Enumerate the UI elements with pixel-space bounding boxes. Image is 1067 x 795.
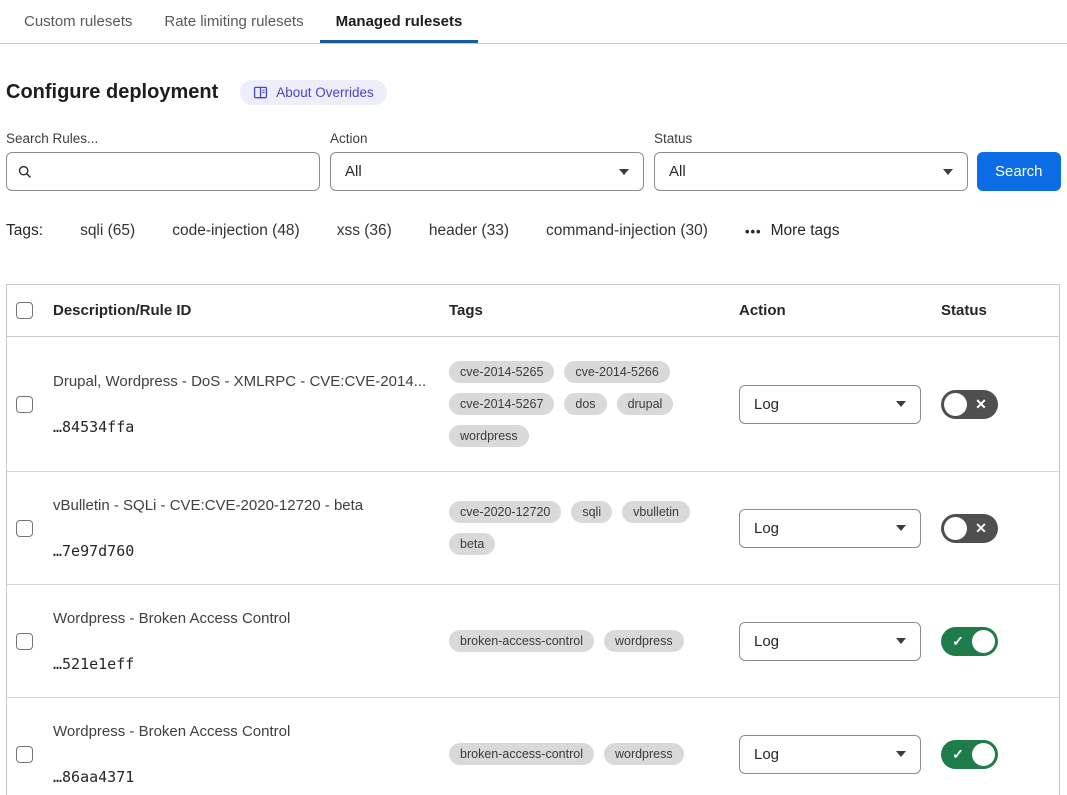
column-header-status: Status	[941, 302, 1059, 319]
tag-chip: cve-2020-12720	[449, 501, 561, 523]
status-toggle[interactable]: ✓	[941, 740, 998, 769]
rule-description: Drupal, Wordpress - DoS - XMLRPC - CVE:C…	[53, 372, 435, 392]
tag-chip: vbulletin	[622, 501, 690, 523]
tag-chip: cve-2014-5267	[449, 393, 554, 415]
rule-id: …86aa4371	[53, 768, 435, 786]
toggle-state-icon: ✓	[944, 746, 972, 763]
rule-id: …521e1eff	[53, 655, 435, 673]
toggle-knob	[944, 393, 967, 416]
tag-chip: cve-2014-5265	[449, 361, 554, 383]
page-title: Configure deployment	[6, 81, 218, 104]
tag-link-command-injection[interactable]: command-injection (30)	[546, 222, 708, 240]
chevron-down-icon	[896, 751, 906, 757]
action-select[interactable]: Log	[739, 509, 921, 548]
tag-chip: dos	[564, 393, 606, 415]
table-row: Wordpress - Broken Access Control …86aa4…	[7, 698, 1059, 795]
chevron-down-icon	[896, 525, 906, 531]
tag-chip: wordpress	[604, 630, 684, 652]
toggle-state-icon: ✓	[944, 633, 972, 650]
chevron-down-icon	[896, 638, 906, 644]
search-button[interactable]: Search	[977, 152, 1061, 191]
tags-bar: Tags: sqli (65) code-injection (48) xss …	[6, 222, 1067, 240]
tag-link-xss[interactable]: xss (36)	[337, 222, 392, 240]
action-filter-label: Action	[330, 131, 644, 146]
action-select[interactable]: Log	[739, 385, 921, 424]
rules-table: Description/Rule ID Tags Action Status D…	[6, 284, 1060, 795]
toggle-state-icon: ✕	[967, 520, 995, 537]
tag-chip: wordpress	[604, 743, 684, 765]
book-icon	[253, 85, 268, 100]
tag-link-code-injection[interactable]: code-injection (48)	[172, 222, 300, 240]
tag-chip-list: cve-2014-5265 cve-2014-5266 cve-2014-5267 d…	[449, 361, 725, 447]
search-rules-box	[6, 152, 320, 191]
toggle-knob	[972, 630, 995, 653]
tag-chip: beta	[449, 533, 495, 555]
row-checkbox[interactable]	[16, 520, 33, 537]
chevron-down-icon	[896, 401, 906, 407]
search-rules-input[interactable]	[41, 163, 309, 180]
chevron-down-icon	[619, 169, 629, 175]
status-toggle[interactable]: ✓	[941, 627, 998, 656]
table-header-row: Description/Rule ID Tags Action Status	[7, 285, 1059, 337]
action-select-value: Log	[754, 396, 779, 413]
status-filter-select[interactable]: All	[654, 152, 968, 191]
status-toggle[interactable]: ✕	[941, 390, 998, 419]
status-filter-value: All	[669, 163, 686, 180]
tab-custom-rulesets[interactable]: Custom rulesets	[8, 0, 148, 43]
tag-chip: drupal	[617, 393, 674, 415]
tag-link-header[interactable]: header (33)	[429, 222, 509, 240]
ellipsis-icon: •••	[745, 224, 762, 239]
rule-id: …84534ffa	[53, 418, 435, 436]
chevron-down-icon	[943, 169, 953, 175]
column-header-action: Action	[739, 302, 941, 319]
column-header-tags: Tags	[449, 302, 739, 319]
heading-row: Configure deployment About Overrides	[6, 80, 1067, 105]
table-body: Drupal, Wordpress - DoS - XMLRPC - CVE:C…	[7, 337, 1059, 795]
tags-bar-label: Tags:	[6, 222, 43, 240]
tag-chip: broken-access-control	[449, 743, 594, 765]
table-row: Drupal, Wordpress - DoS - XMLRPC - CVE:C…	[7, 337, 1059, 472]
toggle-knob	[944, 517, 967, 540]
tag-chip: cve-2014-5266	[564, 361, 669, 383]
toggle-knob	[972, 743, 995, 766]
action-select-value: Log	[754, 633, 779, 650]
tag-link-sqli[interactable]: sqli (65)	[80, 222, 135, 240]
tag-chip-list: cve-2020-12720 sqli vbulletin beta	[449, 501, 725, 555]
column-header-description: Description/Rule ID	[53, 302, 449, 319]
tag-chip-list: broken-access-control wordpress	[449, 630, 725, 652]
tag-chip: wordpress	[449, 425, 529, 447]
about-overrides-badge[interactable]: About Overrides	[240, 80, 387, 105]
select-all-checkbox[interactable]	[16, 302, 33, 319]
row-checkbox[interactable]	[16, 396, 33, 413]
tab-managed-rulesets[interactable]: Managed rulesets	[320, 0, 479, 43]
more-tags-label: More tags	[771, 222, 840, 240]
rule-description: Wordpress - Broken Access Control	[53, 722, 435, 742]
rule-description: Wordpress - Broken Access Control	[53, 609, 435, 629]
tag-chip-list: broken-access-control wordpress	[449, 743, 725, 765]
search-icon	[17, 164, 33, 180]
action-select-value: Log	[754, 520, 779, 537]
tag-chip: sqli	[571, 501, 612, 523]
search-rules-label: Search Rules...	[6, 131, 320, 146]
row-checkbox[interactable]	[16, 746, 33, 763]
filters-row: Search Rules... Action All Status All Se…	[6, 131, 1067, 191]
action-filter-value: All	[345, 163, 362, 180]
tag-chip: broken-access-control	[449, 630, 594, 652]
more-tags-button[interactable]: ••• More tags	[745, 222, 840, 240]
action-select-value: Log	[754, 746, 779, 763]
rule-id: …7e97d760	[53, 542, 435, 560]
tab-rate-limiting-rulesets[interactable]: Rate limiting rulesets	[148, 0, 319, 43]
table-row: vBulletin - SQLi - CVE:CVE-2020-12720 - …	[7, 472, 1059, 585]
row-checkbox[interactable]	[16, 633, 33, 650]
about-overrides-label: About Overrides	[276, 85, 374, 100]
toggle-state-icon: ✕	[967, 396, 995, 413]
ruleset-tabs: Custom rulesets Rate limiting rulesets M…	[0, 0, 1067, 44]
status-filter-label: Status	[654, 131, 968, 146]
rule-description: vBulletin - SQLi - CVE:CVE-2020-12720 - …	[53, 496, 435, 516]
action-filter-select[interactable]: All	[330, 152, 644, 191]
action-select[interactable]: Log	[739, 622, 921, 661]
action-select[interactable]: Log	[739, 735, 921, 774]
status-toggle[interactable]: ✕	[941, 514, 998, 543]
table-row: Wordpress - Broken Access Control …521e1…	[7, 585, 1059, 698]
